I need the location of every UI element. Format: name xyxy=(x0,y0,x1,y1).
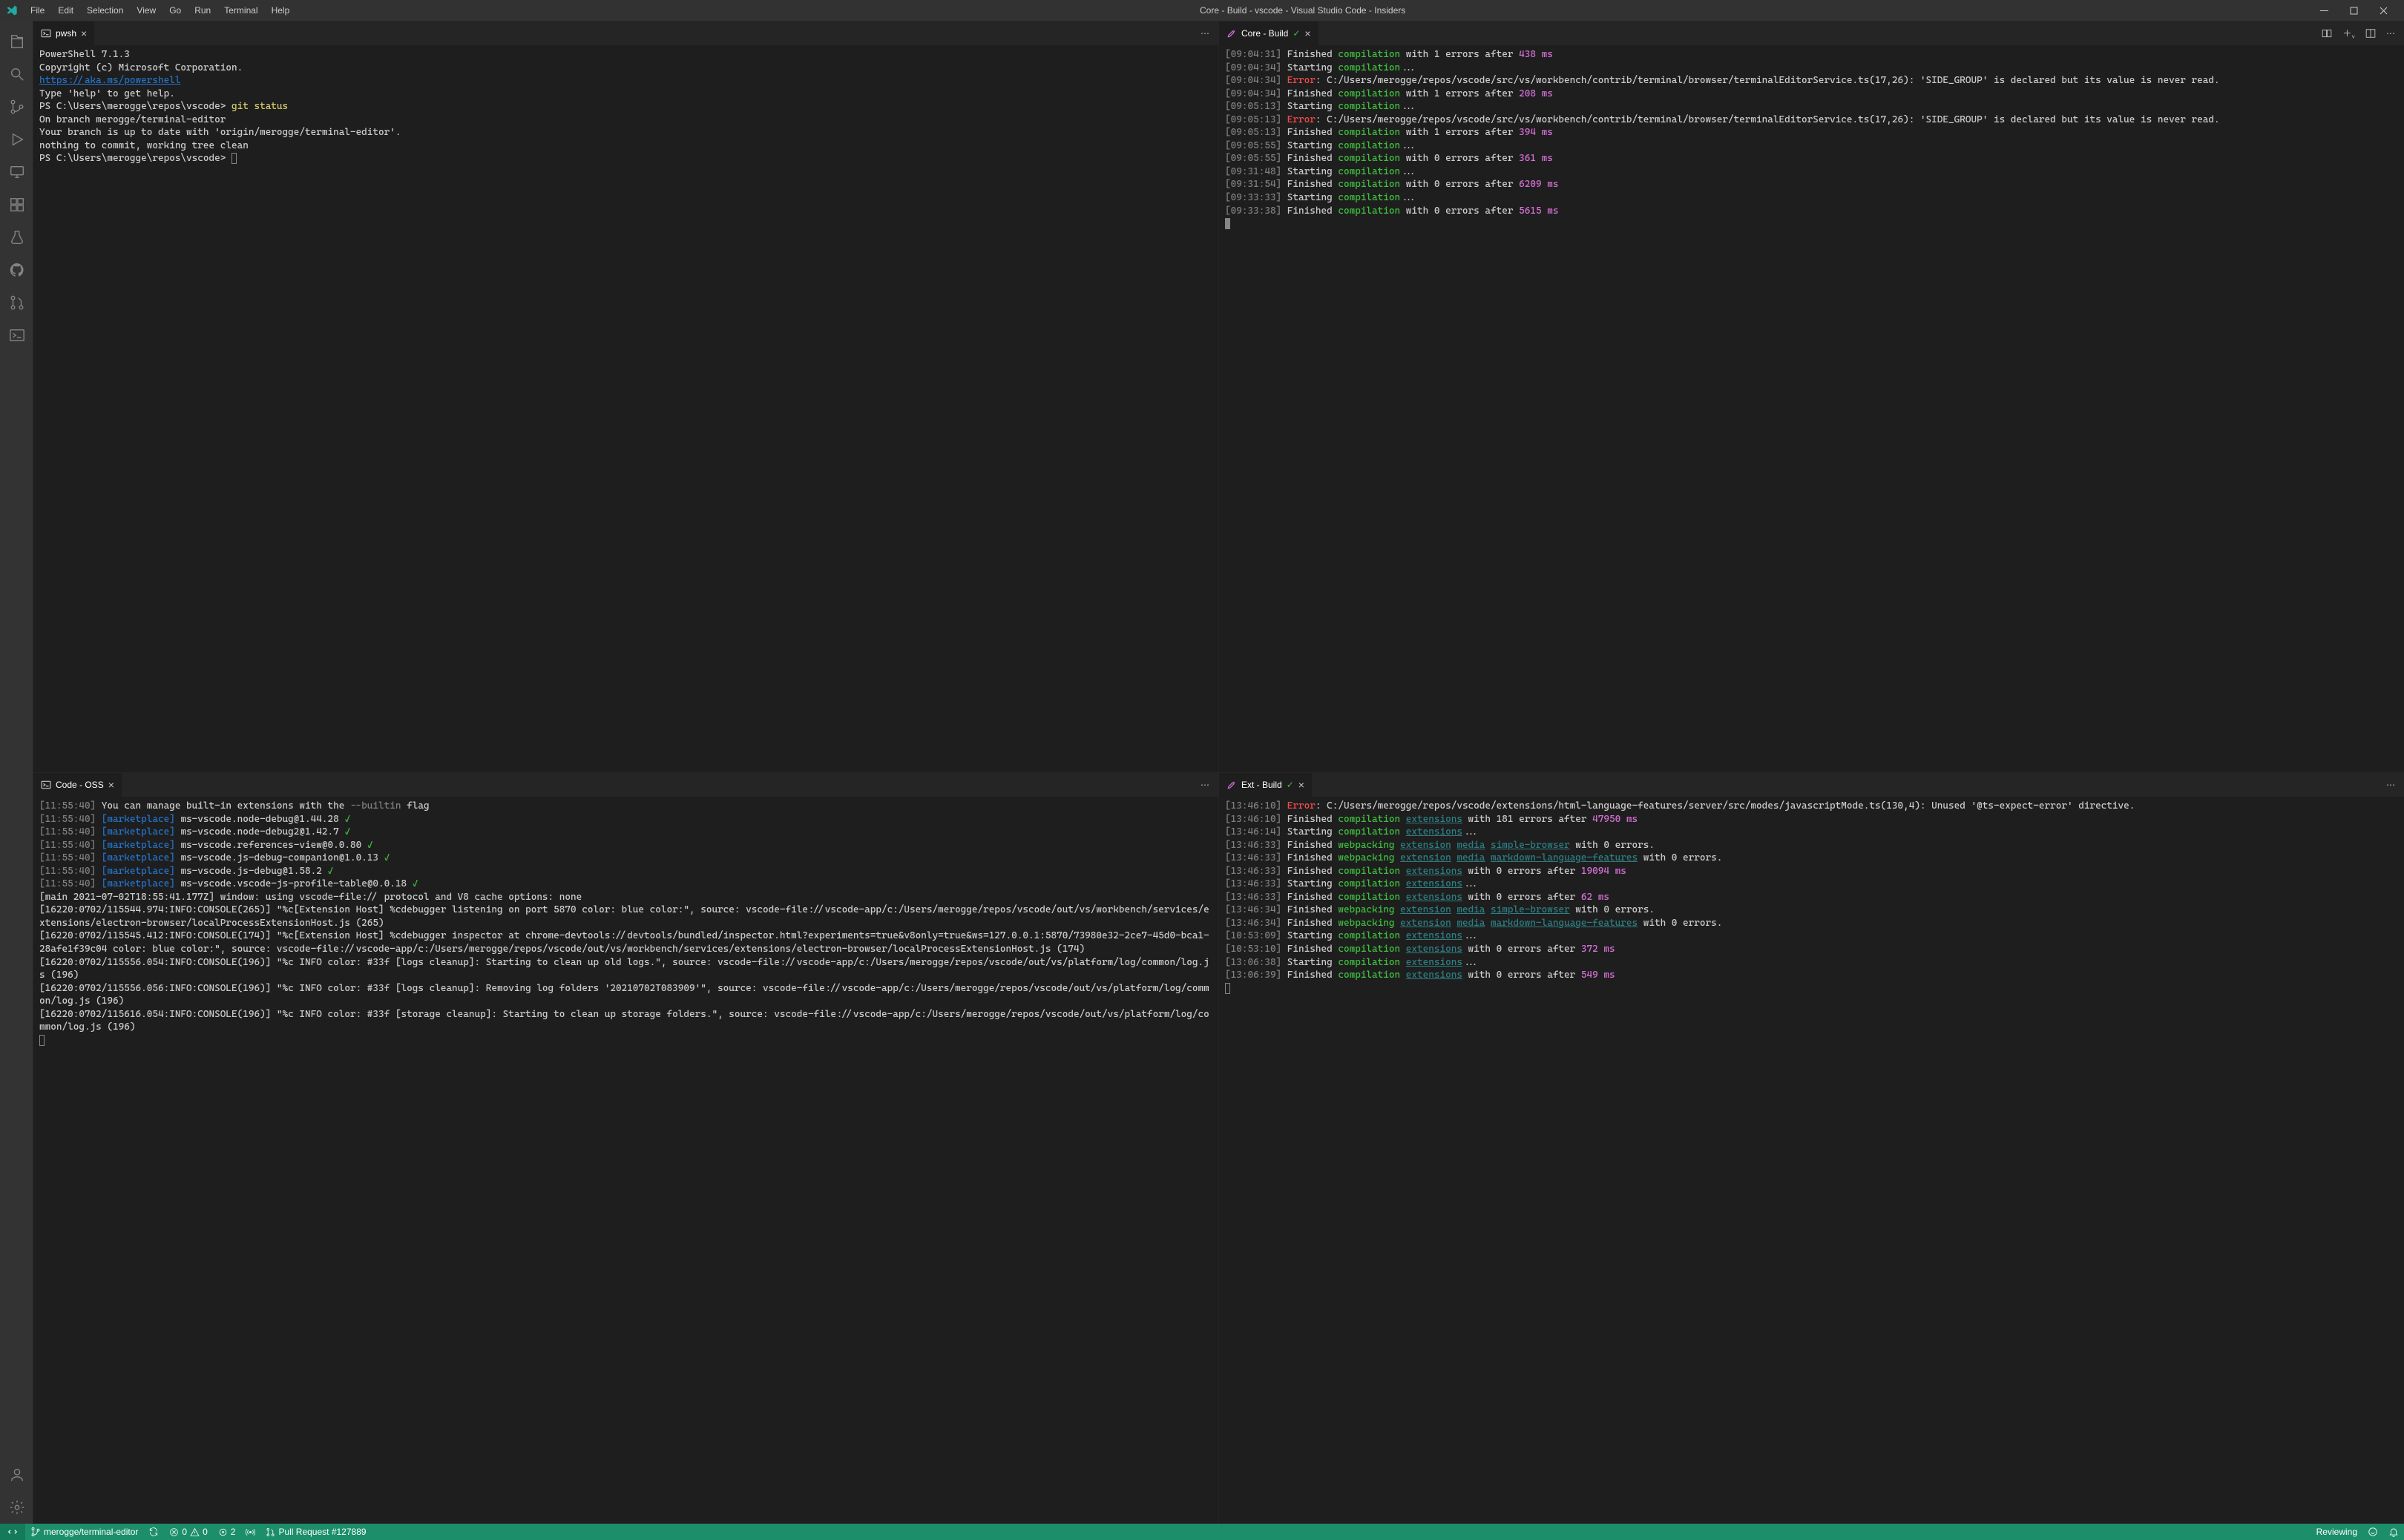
tools-icon xyxy=(1226,780,1237,790)
check-icon: ✓ xyxy=(1287,780,1294,790)
pull-request-item[interactable]: Pull Request #127889 xyxy=(260,1524,371,1540)
pull-request-label: Pull Request #127889 xyxy=(278,1527,366,1537)
search-button[interactable] xyxy=(0,58,33,91)
pane-bottom-right: Ext - Build ✓ × ⋯ [13:46:10] Error: C:/U… xyxy=(1218,772,2404,1524)
more-actions-button[interactable]: ⋯ xyxy=(1198,27,1212,40)
window-controls xyxy=(2309,0,2398,21)
terminal-icon xyxy=(41,780,51,790)
minimize-button[interactable] xyxy=(2309,0,2339,21)
menu-file[interactable]: File xyxy=(24,2,51,19)
menu-terminal[interactable]: Terminal xyxy=(217,2,264,19)
terminal-icon xyxy=(41,28,51,39)
menu-help[interactable]: Help xyxy=(265,2,297,19)
tabs-top-left: pwsh × ⋯ xyxy=(33,22,1218,45)
terminal-code-oss[interactable]: [11:55:40] You can manage built-in exten… xyxy=(33,797,1218,1524)
new-terminal-button[interactable]: ＋˅ xyxy=(2339,25,2358,42)
main: pwsh × ⋯ PowerShell 7.1.3Copyright (c) M… xyxy=(0,21,2404,1524)
reviewing-label: Reviewing xyxy=(2316,1527,2357,1537)
testing-button[interactable] xyxy=(0,221,33,254)
menu-selection[interactable]: Selection xyxy=(80,2,130,19)
ports-item[interactable]: 2 xyxy=(213,1524,241,1540)
notifications-item[interactable] xyxy=(2383,1524,2404,1540)
layout-button[interactable] xyxy=(2362,27,2379,40)
close-icon[interactable]: × xyxy=(1298,779,1304,791)
menu-view[interactable]: View xyxy=(130,2,162,19)
settings-button[interactable] xyxy=(0,1491,33,1524)
tab-label: pwsh xyxy=(56,28,76,39)
maximize-button[interactable] xyxy=(2339,0,2368,21)
feedback-item[interactable] xyxy=(2362,1524,2383,1540)
explorer-button[interactable] xyxy=(0,25,33,58)
tabs-bottom-left: Code - OSS × ⋯ xyxy=(33,773,1218,797)
close-icon[interactable]: × xyxy=(81,27,87,39)
more-actions-button[interactable]: ⋯ xyxy=(2383,27,2398,40)
ports-count: 2 xyxy=(231,1527,236,1537)
pane-top-right: Core - Build ✓ × ＋˅ ⋯ [09:04:31] Finishe… xyxy=(1218,21,2404,772)
source-control-button[interactable] xyxy=(0,91,33,123)
accounts-button[interactable] xyxy=(0,1458,33,1491)
menu-edit[interactable]: Edit xyxy=(51,2,80,19)
menu-run[interactable]: Run xyxy=(188,2,217,19)
pull-requests-button[interactable] xyxy=(0,286,33,319)
terminal-pwsh[interactable]: PowerShell 7.1.3Copyright (c) Microsoft … xyxy=(33,45,1218,772)
reviewing-item[interactable]: Reviewing xyxy=(2311,1524,2362,1540)
titlebar: FileEditSelectionViewGoRunTerminalHelp C… xyxy=(0,0,2404,21)
tab-pwsh[interactable]: pwsh × xyxy=(33,22,95,45)
editor-grid: pwsh × ⋯ PowerShell 7.1.3Copyright (c) M… xyxy=(33,21,2404,1524)
pane-bottom-left: Code - OSS × ⋯ [11:55:40] You can manage… xyxy=(33,772,1218,1524)
terminal-core-build[interactable]: [09:04:31] Finished compilation with 1 e… xyxy=(1219,45,2404,772)
branch-name: merogge/terminal-editor xyxy=(44,1527,138,1537)
more-actions-button[interactable]: ⋯ xyxy=(2383,778,2398,792)
statusbar: merogge/terminal-editor 0 0 2 Pull Reque… xyxy=(0,1524,2404,1540)
extensions-button[interactable] xyxy=(0,188,33,221)
github-button[interactable] xyxy=(0,254,33,286)
terminal-button[interactable] xyxy=(0,319,33,352)
window-title: Core - Build - vscode - Visual Studio Co… xyxy=(296,5,2309,16)
pane-top-left: pwsh × ⋯ PowerShell 7.1.3Copyright (c) M… xyxy=(33,21,1218,772)
tools-icon xyxy=(1226,28,1237,39)
split-button[interactable] xyxy=(2319,27,2335,40)
vscode-insiders-icon xyxy=(6,4,18,16)
branch-item[interactable]: merogge/terminal-editor xyxy=(25,1524,143,1540)
tab-core-build[interactable]: Core - Build ✓ × xyxy=(1219,22,1319,45)
terminal-ext-build[interactable]: [13:46:10] Error: C:/Users/merogge/repos… xyxy=(1219,797,2404,1524)
tabs-top-right: Core - Build ✓ × ＋˅ ⋯ xyxy=(1219,22,2404,45)
sync-item[interactable] xyxy=(143,1524,164,1540)
close-icon[interactable]: × xyxy=(108,779,114,791)
tab-ext-build[interactable]: Ext - Build ✓ × xyxy=(1219,773,1313,797)
check-icon: ✓ xyxy=(1293,28,1300,39)
warning-count: 0 xyxy=(203,1527,208,1537)
activitybar xyxy=(0,21,33,1524)
error-count: 0 xyxy=(182,1527,187,1537)
tab-label: Code - OSS xyxy=(56,780,104,790)
menu-go[interactable]: Go xyxy=(162,2,188,19)
tab-label: Ext - Build xyxy=(1241,780,1282,790)
tabs-bottom-right: Ext - Build ✓ × ⋯ xyxy=(1219,773,2404,797)
menubar: FileEditSelectionViewGoRunTerminalHelp xyxy=(24,2,296,19)
run-debug-button[interactable] xyxy=(0,123,33,156)
radio-item[interactable] xyxy=(240,1524,260,1540)
tab-label: Core - Build xyxy=(1241,28,1288,39)
remote-explorer-button[interactable] xyxy=(0,156,33,188)
more-actions-button[interactable]: ⋯ xyxy=(1198,778,1212,792)
problems-item[interactable]: 0 0 xyxy=(164,1524,212,1540)
close-icon[interactable]: × xyxy=(1304,27,1310,39)
tab-code-oss[interactable]: Code - OSS × xyxy=(33,773,122,797)
close-button[interactable] xyxy=(2368,0,2398,21)
remote-indicator[interactable] xyxy=(0,1524,25,1540)
